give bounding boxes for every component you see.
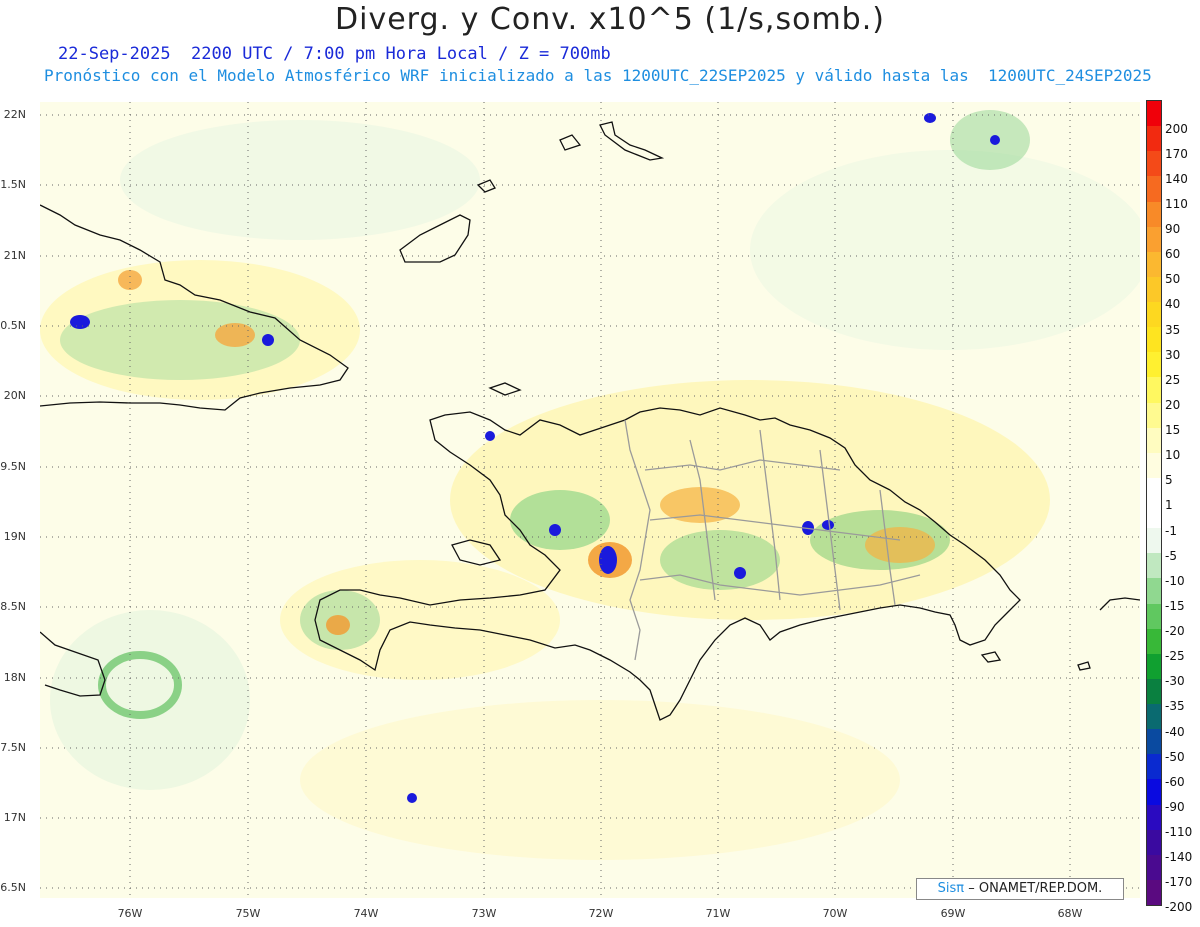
colorbar-label: 90	[1165, 222, 1181, 237]
colorbar-cell	[1147, 779, 1161, 805]
colorbar-label: 170	[1165, 146, 1188, 161]
credit-text: – ONAMET/REP.DOM.	[968, 881, 1103, 896]
colorbar-cell	[1147, 402, 1161, 428]
colorbar-cell	[1147, 653, 1161, 679]
colorbar-label: -60	[1165, 774, 1185, 789]
lon-label: 72W	[588, 907, 614, 920]
lat-label: 18N	[3, 671, 26, 684]
lat-label: 6.5N	[0, 881, 26, 894]
colorbar-label: -20	[1165, 624, 1185, 639]
colorbar-cell	[1147, 251, 1161, 277]
colorbar-cell	[1147, 678, 1161, 704]
colorbar-label: -50	[1165, 749, 1185, 764]
colorbar-cell	[1147, 276, 1161, 302]
lon-label: 76W	[117, 907, 143, 920]
colorbar-label: 20	[1165, 397, 1181, 412]
colorbar-label: 40	[1165, 297, 1181, 312]
colorbar-cell	[1147, 829, 1161, 855]
lat-label: 20N	[3, 389, 26, 402]
colorbar-label: -200	[1165, 900, 1193, 915]
colorbar-cell	[1147, 151, 1161, 177]
credit-box: Sisπ – ONAMET/REP.DOM.	[916, 878, 1124, 900]
lon-label: 71W	[705, 907, 731, 920]
colorbar-cell	[1147, 126, 1161, 152]
colorbar-cell	[1147, 352, 1161, 378]
colorbar-cell	[1147, 302, 1161, 328]
colorbar-label: 10	[1165, 448, 1181, 463]
colorbar-cell	[1147, 804, 1161, 830]
colorbar-cell	[1147, 628, 1161, 654]
colorbar-label: 25	[1165, 372, 1181, 387]
lon-label: 69W	[940, 907, 966, 920]
colorbar-label: -15	[1165, 598, 1185, 613]
colorbar-label: 200	[1165, 121, 1188, 136]
colorbar-cell	[1147, 754, 1161, 780]
colorbar-cell	[1147, 452, 1161, 478]
colorbar-label: -10	[1165, 573, 1185, 588]
lon-label: 75W	[235, 907, 261, 920]
lon-label: 68W	[1057, 907, 1083, 920]
sispi-logo: Sisπ	[937, 881, 965, 896]
colorbar-label: 1	[1165, 498, 1173, 513]
colorbar-label: -30	[1165, 674, 1185, 689]
colorbar-cell	[1147, 226, 1161, 252]
colorbar-cell	[1147, 729, 1161, 755]
colorbar-label: -1	[1165, 523, 1177, 538]
colorbar-cell	[1147, 101, 1161, 127]
colorbar-cell	[1147, 176, 1161, 202]
colorbar-label: -170	[1165, 875, 1193, 890]
lat-label: 7.5N	[0, 741, 26, 754]
colorbar-label: 140	[1165, 171, 1188, 186]
colorbar-label: -90	[1165, 799, 1185, 814]
lat-label: 17N	[3, 811, 26, 824]
colorbar-cell	[1147, 477, 1161, 503]
lat-label: 21N	[3, 249, 26, 262]
lon-label: 70W	[822, 907, 848, 920]
colorbar-cell	[1147, 427, 1161, 453]
colorbar	[1146, 100, 1162, 906]
lat-label: 8.5N	[0, 600, 26, 613]
colorbar-label: 50	[1165, 272, 1181, 287]
colorbar-cell	[1147, 503, 1161, 529]
colorbar-cell	[1147, 603, 1161, 629]
colorbar-cell	[1147, 704, 1161, 730]
lat-label: 1.5N	[0, 178, 26, 191]
colorbar-label: 35	[1165, 322, 1181, 337]
colorbar-cell	[1147, 377, 1161, 403]
colorbar-label: -35	[1165, 699, 1185, 714]
colorbar-label: -140	[1165, 850, 1193, 865]
colorbar-cell	[1147, 201, 1161, 227]
lat-label: 0.5N	[0, 319, 26, 332]
colorbar-cell	[1147, 327, 1161, 353]
colorbar-label: 5	[1165, 473, 1173, 488]
lat-label: 9.5N	[0, 460, 26, 473]
colorbar-label: -40	[1165, 724, 1185, 739]
colorbar-label: -110	[1165, 825, 1193, 840]
colorbar-cell	[1147, 528, 1161, 554]
map-canvas	[40, 102, 1140, 898]
lon-label: 74W	[353, 907, 379, 920]
colorbar-cell	[1147, 854, 1161, 880]
lat-label: 19N	[3, 530, 26, 543]
colorbar-cell	[1147, 879, 1161, 905]
colorbar-label: 110	[1165, 196, 1188, 211]
colorbar-cell	[1147, 578, 1161, 604]
colorbar-label: -5	[1165, 548, 1177, 563]
lon-label: 73W	[471, 907, 497, 920]
colorbar-label: 30	[1165, 347, 1181, 362]
colorbar-label: 60	[1165, 247, 1181, 262]
colorbar-label: 15	[1165, 423, 1181, 438]
lat-label: 22N	[3, 108, 26, 121]
colorbar-cell	[1147, 553, 1161, 579]
colorbar-label: -25	[1165, 649, 1185, 664]
